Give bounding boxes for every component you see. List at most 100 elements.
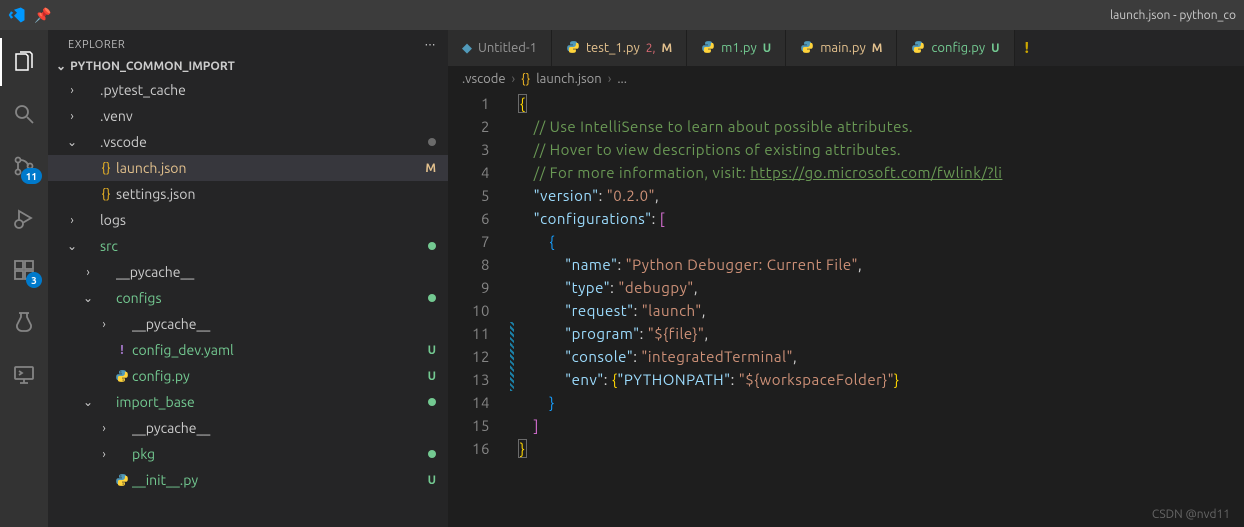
git-status: M [872,42,883,55]
file-icon [911,40,925,57]
git-status: M [661,42,672,55]
git-status: U [763,42,771,55]
chevron-icon: › [64,110,80,123]
git-dot-icon [428,398,436,406]
tree-item[interactable]: ·config.pyU [48,363,448,389]
file-icon: {} [96,187,116,201]
remote-activity[interactable] [0,350,48,398]
tree-item-label: __pycache__ [132,420,436,436]
tree-item-label: config_dev.yaml [132,342,422,358]
tree-item[interactable]: ·{}launch.jsonM [48,155,448,181]
tree-item[interactable]: ·__init__.pyU [48,467,448,493]
code-text[interactable]: { // Use IntelliSense to learn about pos… [518,92,1244,527]
git-status: M [419,162,436,175]
tree-item[interactable]: › logs [48,207,448,233]
breadcrumb[interactable]: .vscode › {} launch.json › ... [448,66,1244,92]
section-header[interactable]: ⌄ PYTHON_COMMON_IMPORT [48,55,448,77]
tree-item-label: logs [100,212,436,228]
code-editor[interactable]: 12345678910111213141516 { // Use Intelli… [448,92,1244,527]
editor-tab[interactable]: main.py M [786,30,897,66]
chevron-icon: › [96,318,112,331]
git-status: U [991,42,999,55]
chevron-icon: ⌄ [80,291,96,305]
file-icon [701,40,715,57]
tree-item[interactable]: ·{}settings.json [48,181,448,207]
json-icon: {} [521,72,530,86]
extensions-activity[interactable]: 3 [0,246,48,294]
tab-label: test_1.py [586,41,640,55]
testing-activity[interactable] [0,298,48,346]
file-icon: ! [112,343,132,357]
git-status: U [422,344,436,357]
watermark: CSDN @nvd11 [1152,508,1230,521]
editor-tab[interactable]: config.py U [897,30,1014,66]
chevron-icon: › [64,214,80,227]
file-icon [800,40,814,57]
vscode-logo-icon [8,6,26,24]
git-dot-icon [428,294,436,302]
editor-tab[interactable]: m1.pyU [687,30,786,66]
tree-item[interactable]: › .venv [48,103,448,129]
glyph-margin [508,92,518,527]
tree-item-label: .pytest_cache [100,82,436,98]
tree-item-label: __pycache__ [132,316,436,332]
chevron-icon: ⌄ [64,239,80,253]
tree-item[interactable]: ›pkg [48,441,448,467]
tree-item[interactable]: ·!config_dev.yamlU [48,337,448,363]
chevron-down-icon: ⌄ [56,59,66,73]
tree-item-label: __pycache__ [116,264,436,280]
editor-area: ◆ Untitled-1 test_1.py2,Mm1.pyU main.py Mcon… [448,30,1244,527]
file-icon [112,473,132,487]
tree-item-label: __init__.py [132,472,422,488]
chevron-icon: › [96,422,112,435]
tree-item-label: .vscode [100,134,422,150]
git-dot-icon [428,138,436,146]
tree-item[interactable]: ⌄ configs [48,285,448,311]
chevron-icon: › [64,84,80,97]
debug-activity[interactable] [0,194,48,242]
tree-item[interactable]: › __pycache__ [48,259,448,285]
chevron-icon: ⌄ [64,135,80,149]
search-activity[interactable] [0,90,48,138]
extensions-badge: 3 [26,272,42,288]
tree-item-label: configs [116,290,422,306]
tab-label: main.py [820,41,866,55]
scm-activity[interactable]: 11 [0,142,48,190]
git-status: U [422,370,436,383]
activity-bar: 11 3 [0,30,48,527]
git-dot-icon [428,242,436,250]
chevron-right-icon: › [512,72,516,86]
tree-item-label: settings.json [116,186,436,202]
tree-item[interactable]: › __pycache__ [48,311,448,337]
tree-item[interactable]: › __pycache__ [48,415,448,441]
window-title: launch.json - python_co [1110,9,1236,22]
tree-item-label: pkg [132,446,422,462]
tab-label: Untitled-1 [478,41,537,55]
tree-item-label: launch.json [116,160,419,176]
tree-item-label: config.py [132,368,422,384]
file-icon: ◆ [462,41,472,56]
editor-tab[interactable]: test_1.py2,M [552,30,687,66]
pin-icon[interactable]: 📌 [34,7,51,24]
sidebar-more-icon[interactable]: ⋯ [425,38,437,51]
tree-item-label: src [100,238,422,254]
tree-item[interactable]: ⌄ .vscode [48,129,448,155]
tree-item[interactable]: ⌄ src [48,233,448,259]
tree-item[interactable]: ⌄import_base [48,389,448,415]
file-icon [112,369,132,383]
editor-tabs: ◆ Untitled-1 test_1.py2,Mm1.pyU main.py Mcon… [448,30,1244,66]
scm-badge: 11 [21,168,42,184]
explorer-activity[interactable] [0,38,48,86]
editor-tab[interactable]: ◆ Untitled-1 [448,30,552,66]
file-tree: › .pytest_cache › .venv ⌄ .vscode ·{}launch.js… [48,77,448,527]
file-icon [566,40,580,57]
line-gutter: 12345678910111213141516 [448,92,508,527]
tab-label: config.py [931,41,985,55]
warning-icon: ! [1015,39,1040,57]
titlebar: 📌 launch.json - python_co [0,0,1244,30]
chevron-icon: › [80,266,96,279]
tree-item-label: import_base [116,394,422,410]
tree-item-label: .venv [100,108,436,124]
chevron-right-icon: › [608,72,612,86]
tree-item[interactable]: › .pytest_cache [48,77,448,103]
